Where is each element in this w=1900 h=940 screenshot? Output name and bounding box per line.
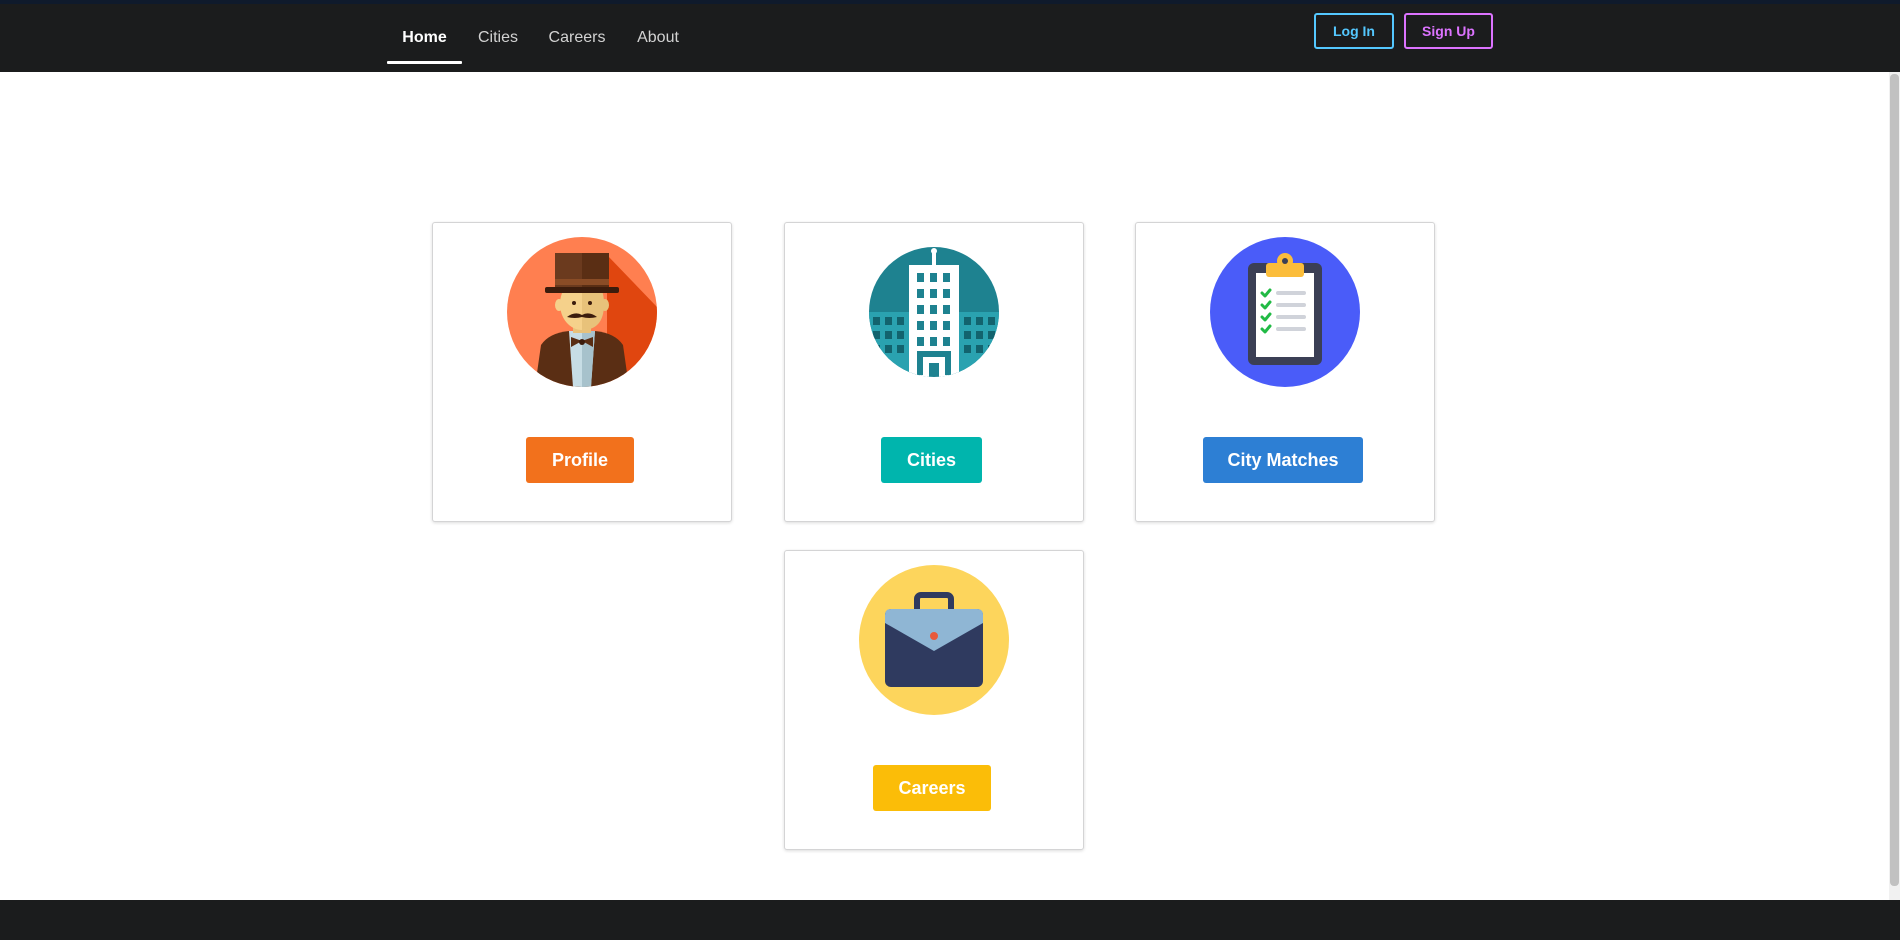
- gentleman-avatar-icon: [507, 237, 657, 387]
- cities-card: Cities: [784, 222, 1084, 522]
- top-navbar: Home Cities Careers About Log In Sign Up: [0, 0, 1900, 72]
- checklist-clipboard-icon: [1210, 237, 1360, 387]
- city-matches-card: City Matches: [1135, 222, 1435, 522]
- careers-button[interactable]: Careers: [873, 765, 991, 811]
- nav-item-about[interactable]: About: [628, 4, 688, 72]
- nav-item-cities[interactable]: Cities: [468, 4, 528, 72]
- nav-item-careers[interactable]: Careers: [541, 4, 613, 72]
- page-scrollbar[interactable]: [1889, 72, 1900, 900]
- city-matches-button[interactable]: City Matches: [1203, 437, 1363, 483]
- profile-button[interactable]: Profile: [526, 437, 634, 483]
- scrollbar-thumb[interactable]: [1890, 74, 1899, 886]
- signup-button[interactable]: Sign Up: [1404, 13, 1493, 49]
- page-footer: [0, 900, 1900, 940]
- nav-item-home[interactable]: Home: [387, 4, 462, 72]
- profile-card: Profile: [432, 222, 732, 522]
- city-building-icon: [859, 237, 1009, 387]
- careers-card: Careers: [784, 550, 1084, 850]
- cities-button[interactable]: Cities: [881, 437, 982, 483]
- briefcase-icon: [859, 565, 1009, 715]
- login-button[interactable]: Log In: [1314, 13, 1394, 49]
